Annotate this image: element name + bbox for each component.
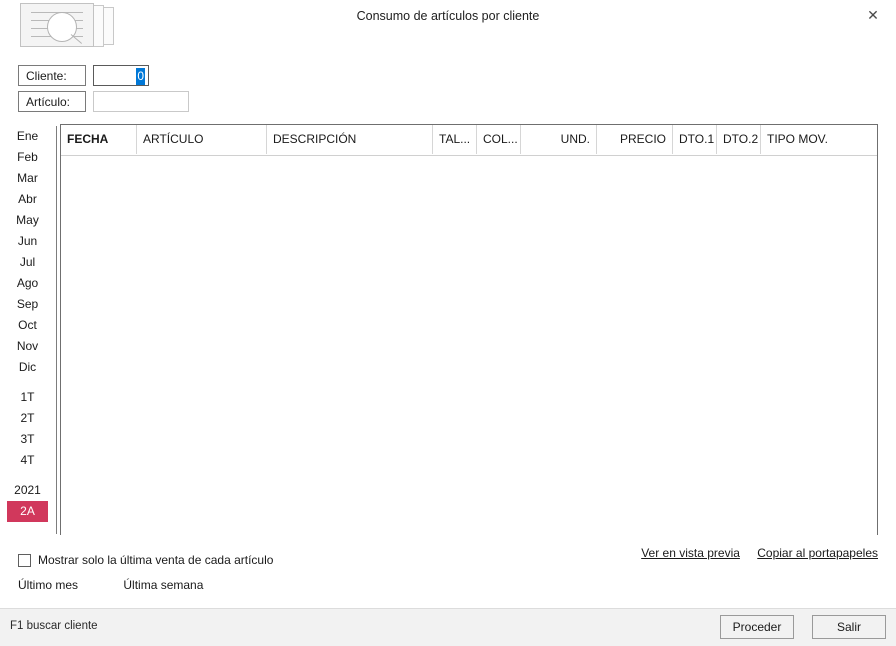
grid-column-precio[interactable]: PRECIO [597,125,673,154]
cliente-input-value: 0 [136,68,145,85]
sidebar-item-month-mar[interactable]: Mar [0,168,55,189]
last-sale-only-checkbox-row[interactable]: Mostrar solo la última venta de cada art… [18,553,273,567]
sidebar-item-month-jun[interactable]: Jun [0,231,55,252]
sidebar-item-month-feb[interactable]: Feb [0,147,55,168]
sidebar-divider [56,126,57,534]
grid-column-dto2[interactable]: DTO.2 [717,125,761,154]
sidebar-item-month-may[interactable]: May [0,210,55,231]
sidebar-item-year-2a[interactable]: 2A [7,501,48,522]
quick-range-row: Último mes Última semana [18,578,203,592]
sidebar-item-quarter-2t[interactable]: 2T [0,408,55,429]
sidebar-item-year-2021[interactable]: 2021 [0,480,55,501]
grid-body[interactable] [61,156,877,535]
grid-column-fecha[interactable]: FECHA [61,125,137,154]
grid-header-row: FECHA ARTÍCULO DESCRIPCIÓN TAL... COL...… [61,125,877,156]
sidebar-item-month-oct[interactable]: Oct [0,315,55,336]
grid-action-links: Ver en vista previa Copiar al portapapel… [627,546,878,560]
articulo-input[interactable] [93,91,189,112]
sidebar-item-quarter-4t[interactable]: 4T [0,450,55,471]
last-month-link[interactable]: Último mes [18,578,78,592]
status-hint: F1 buscar cliente [10,620,98,632]
last-week-link[interactable]: Última semana [123,578,203,592]
grid-column-und[interactable]: UND. [521,125,597,154]
salir-button[interactable]: Salir [812,615,886,639]
sidebar-item-month-ago[interactable]: Ago [0,273,55,294]
window-title: Consumo de artículos por cliente [356,9,540,23]
sidebar-item-month-abr[interactable]: Abr [0,189,55,210]
grid-column-dto1[interactable]: DTO.1 [673,125,717,154]
close-icon[interactable]: ✕ [850,0,896,30]
proceder-button[interactable]: Proceder [720,615,794,639]
sidebar-item-month-dic[interactable]: Dic [0,357,55,378]
sidebar-item-month-jul[interactable]: Jul [0,252,55,273]
grid-column-descripcion[interactable]: DESCRIPCIÓN [267,125,433,154]
articulo-label-button[interactable]: Artículo: [18,91,86,112]
grid-column-tipo-mov[interactable]: TIPO MOV. [761,125,877,154]
grid-column-color[interactable]: COL... [477,125,521,154]
sidebar-item-quarter-3t[interactable]: 3T [0,429,55,450]
cliente-input[interactable]: 0 [93,65,149,86]
consumption-grid: FECHA ARTÍCULO DESCRIPCIÓN TAL... COL...… [60,124,878,535]
period-sidebar: Ene Feb Mar Abr May Jun Jul Ago Sep Oct … [0,126,55,534]
sidebar-item-month-ene[interactable]: Ene [0,126,55,147]
sidebar-item-quarter-1t[interactable]: 1T [0,387,55,408]
sidebar-item-month-sep[interactable]: Sep [0,294,55,315]
preview-link[interactable]: Ver en vista previa [641,546,740,560]
copy-clipboard-link[interactable]: Copiar al portapapeles [757,546,878,560]
last-sale-only-checkbox[interactable] [18,553,31,567]
last-sale-only-label: Mostrar solo la última venta de cada art… [38,553,274,567]
sidebar-item-month-nov[interactable]: Nov [0,336,55,357]
grid-column-talla[interactable]: TAL... [433,125,477,154]
status-bar: F1 buscar cliente Proceder Salir [0,608,896,646]
title-bar: Consumo de artículos por cliente ✕ [0,0,896,52]
grid-column-articulo[interactable]: ARTÍCULO [137,125,267,154]
cliente-label-button[interactable]: Cliente: [18,65,86,86]
